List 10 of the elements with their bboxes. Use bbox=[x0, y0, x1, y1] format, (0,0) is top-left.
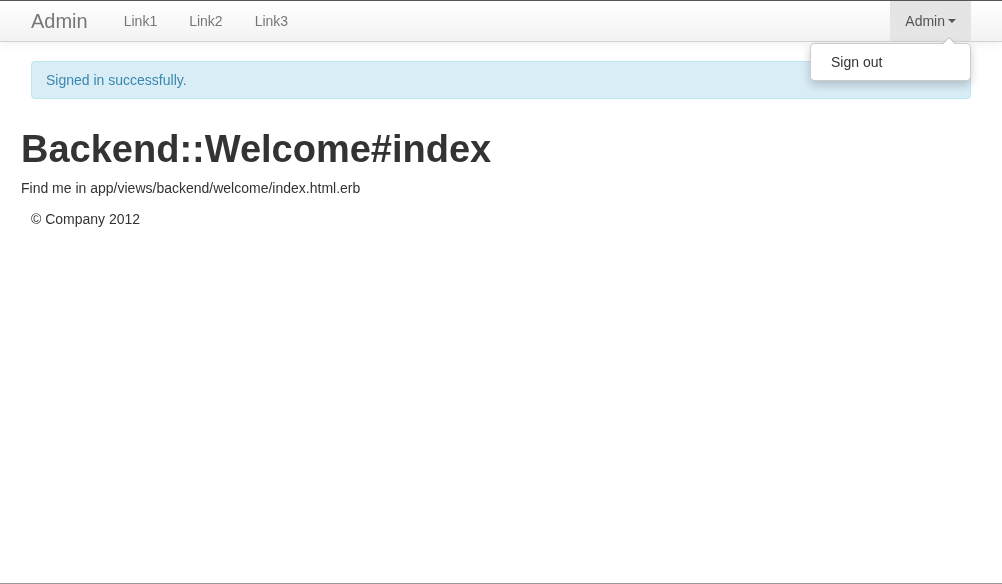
footer-text: © Company 2012 bbox=[31, 210, 142, 228]
dropdown-item[interactable]: Sign out bbox=[811, 49, 970, 75]
nav-link[interactable]: Link2 bbox=[173, 1, 239, 41]
nav-link[interactable]: Link1 bbox=[107, 1, 174, 41]
nav-link[interactable]: Link3 bbox=[238, 1, 305, 41]
user-menu-toggle[interactable]: Admin bbox=[890, 1, 971, 41]
body-text: Find me in app/views/backend/welcome/index.html.erb bbox=[21, 179, 362, 197]
caret-icon bbox=[948, 19, 956, 23]
page-heading: Backend::Welcome#index bbox=[21, 127, 493, 171]
brand-link[interactable]: Admin bbox=[0, 1, 108, 41]
